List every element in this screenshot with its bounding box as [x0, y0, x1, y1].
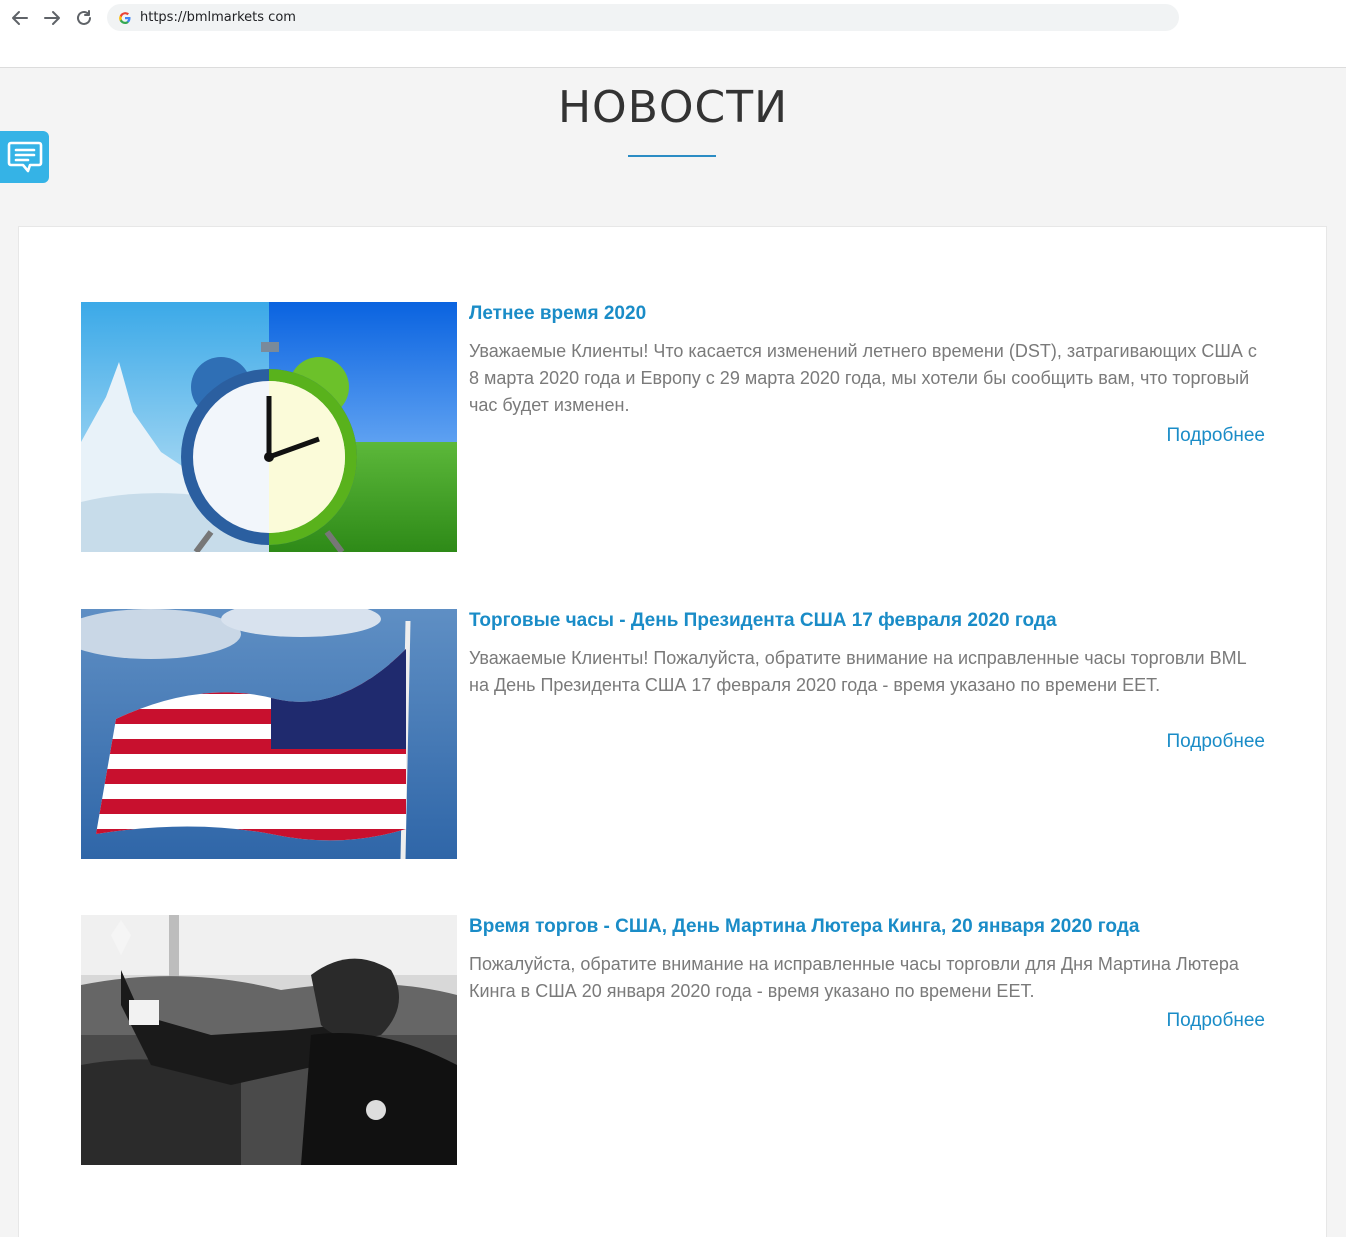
back-icon[interactable] [8, 6, 32, 30]
read-more-link[interactable]: Подробнее [1166, 731, 1265, 753]
reload-icon[interactable] [72, 6, 96, 30]
title-underline [628, 155, 716, 157]
page-title: НОВОСТИ [557, 82, 789, 133]
news-title[interactable]: Время торгов - США, День Мартина Лютера … [469, 916, 1139, 938]
url-text[interactable]: https://bmlmarkets com [140, 10, 296, 25]
news-item: Время торгов - США, День Мартина Лютера … [81, 915, 1271, 1165]
alarm-clock-image[interactable] [81, 302, 457, 552]
news-item: Торговые часы - День Президента США 17 ф… [81, 609, 1271, 859]
news-description: Уважаемые Клиенты! Пожалуйста, обратите … [469, 648, 1246, 695]
mlk-photo-image[interactable] [81, 915, 457, 1165]
news-card: Летнее время 2020 Уважаемые Клиенты! Что… [18, 226, 1327, 1237]
chat-icon [7, 141, 42, 173]
forward-icon[interactable] [40, 6, 64, 30]
read-more-link[interactable]: Подробнее [1166, 425, 1265, 447]
news-description: Пожалуйста, обратите внимание на исправл… [469, 954, 1239, 1001]
address-bar[interactable]: https://bmlmarkets com [107, 4, 1179, 31]
browser-toolbar: https://bmlmarkets com [0, 0, 1346, 68]
chat-widget-button[interactable] [0, 131, 49, 183]
read-more-link[interactable]: Подробнее [1166, 1010, 1265, 1032]
us-flag-image[interactable] [81, 609, 457, 859]
google-icon [117, 10, 133, 26]
news-title[interactable]: Торговые часы - День Президента США 17 ф… [469, 610, 1057, 632]
news-title[interactable]: Летнее время 2020 [469, 303, 646, 325]
news-description: Уважаемые Клиенты! Что касается изменени… [469, 341, 1257, 415]
news-item: Летнее время 2020 Уважаемые Клиенты! Что… [81, 302, 1271, 552]
